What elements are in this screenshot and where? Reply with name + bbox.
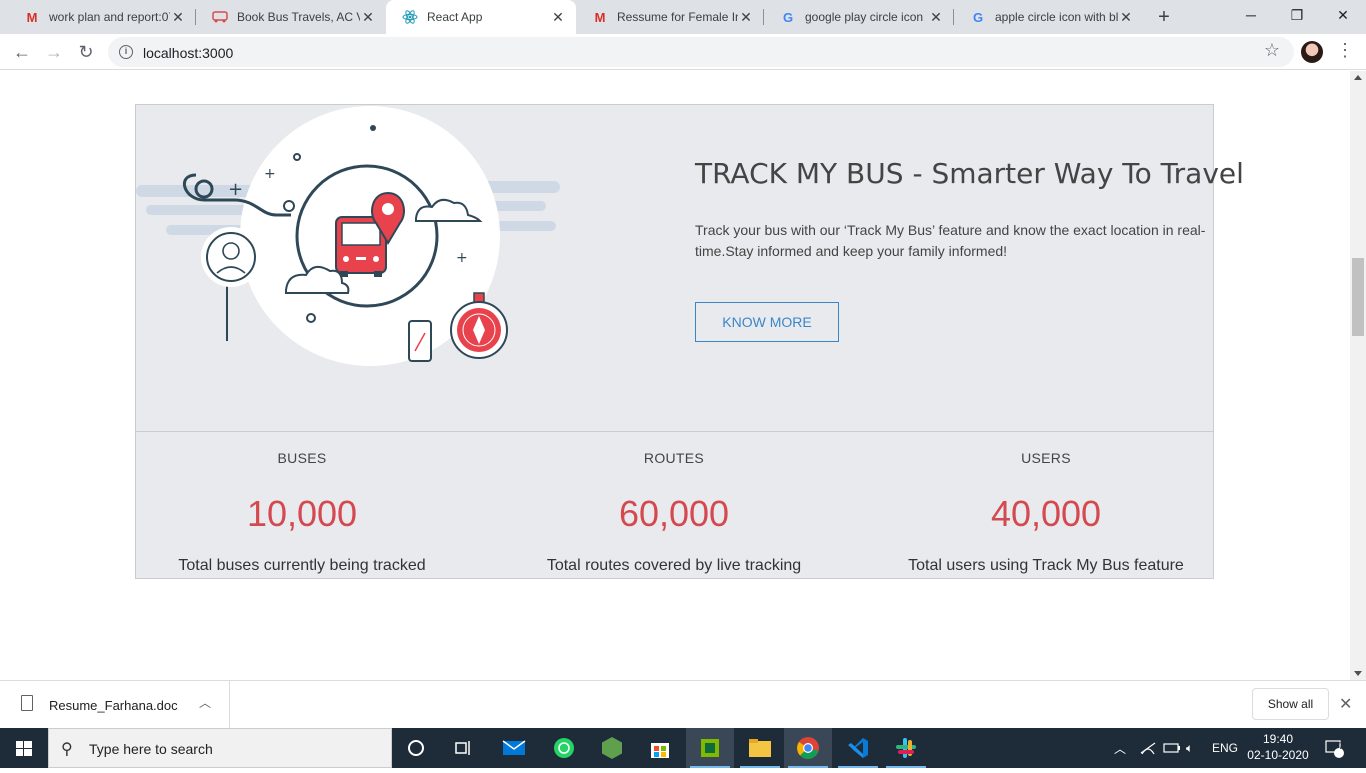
- windows-taskbar: ⚲ Type here to search ︿ 🔈︎ ENG 19:40 02-…: [0, 728, 1366, 768]
- taskbar-clock[interactable]: 19:40 02-10-2020: [1242, 731, 1314, 763]
- language-indicator[interactable]: ENG: [1212, 728, 1238, 768]
- slack-icon[interactable]: [882, 728, 930, 768]
- url-text[interactable]: localhost:3000: [143, 45, 233, 61]
- forward-button[interactable]: →: [40, 38, 68, 66]
- reader-app-icon[interactable]: [686, 728, 734, 768]
- stat-caption: Total buses currently being tracked: [178, 557, 426, 574]
- search-placeholder[interactable]: Type here to search: [89, 741, 213, 757]
- stat-users: USERS 40,000 Total users using Track My …: [866, 431, 1226, 579]
- tab-title: Book Bus Travels, AC Vo: [237, 10, 360, 24]
- reload-button[interactable]: ↻: [72, 38, 100, 66]
- document-icon: [21, 695, 33, 711]
- nodejs-icon[interactable]: [588, 728, 636, 768]
- bus-tracking-illustration: + + +: [136, 106, 560, 366]
- address-bar[interactable]: i localhost:3000 ☆: [108, 37, 1294, 67]
- browser-tab[interactable]: G apple circle icon with bl ✕: [954, 0, 1144, 34]
- stat-caption: Total routes covered by live tracking: [546, 557, 802, 574]
- show-all-button[interactable]: Show all: [1252, 688, 1329, 720]
- task-view-icon[interactable]: [440, 728, 488, 768]
- download-shelf: Resume_Farhana.doc ︿ Show all ✕: [0, 680, 1366, 729]
- notification-count: 7: [1338, 741, 1344, 751]
- volume-icon[interactable]: 🔈︎: [1186, 728, 1193, 768]
- close-icon[interactable]: ✕: [550, 9, 566, 25]
- cortana-icon[interactable]: [392, 728, 440, 768]
- browser-toolbar: ← → ↻ i localhost:3000 ☆: [0, 34, 1366, 70]
- minimize-button[interactable]: ─: [1228, 0, 1274, 30]
- taskbar-search[interactable]: ⚲ Type here to search: [48, 728, 392, 768]
- tab-title: work plan and report:07: [49, 10, 170, 24]
- stat-buses: BUSES 10,000 Total buses currently being…: [122, 431, 482, 579]
- bookmark-star-icon[interactable]: ☆: [1264, 40, 1280, 61]
- file-explorer-icon[interactable]: [736, 728, 784, 768]
- svg-text:+: +: [264, 166, 276, 182]
- scrollbar-thumb[interactable]: [1352, 258, 1364, 336]
- scroll-up-icon[interactable]: [1354, 75, 1362, 80]
- download-file-name[interactable]: Resume_Farhana.doc: [49, 698, 178, 713]
- start-button[interactable]: [0, 728, 48, 768]
- track-my-bus-section: + + + TRACK MY BUS - Smarter Way To Trav…: [135, 104, 1244, 579]
- back-button[interactable]: ←: [8, 38, 36, 66]
- stat-label: BUSES: [277, 450, 327, 466]
- stat-value: 10,000: [246, 493, 358, 534]
- google-icon: G: [972, 9, 984, 25]
- chevron-up-icon[interactable]: ︿: [199, 694, 211, 711]
- browser-tab-active[interactable]: React App ✕: [386, 0, 576, 34]
- search-icon: ⚲: [61, 741, 73, 758]
- download-item[interactable]: Resume_Farhana.doc ︿: [0, 681, 230, 729]
- react-icon: [402, 9, 418, 25]
- browser-tab[interactable]: M work plan and report:07 ✕: [8, 0, 196, 34]
- clock-time: 19:40: [1262, 732, 1294, 746]
- show-hidden-icons[interactable]: ︿: [1114, 728, 1126, 768]
- browser-tab[interactable]: Book Bus Travels, AC Vo ✕: [196, 0, 386, 34]
- stat-caption: Total users using Track My Bus feature: [908, 557, 1184, 574]
- tab-title: google play circle icon: [805, 10, 924, 24]
- svg-text:+: +: [228, 179, 243, 200]
- clock-date: 02-10-2020: [1247, 748, 1309, 762]
- store-icon[interactable]: [636, 728, 684, 768]
- browser-tab[interactable]: G google play circle icon ✕: [764, 0, 954, 34]
- page-viewport: + + + TRACK MY BUS - Smarter Way To Trav…: [0, 71, 1350, 680]
- menu-icon[interactable]: ⋮: [1336, 40, 1354, 61]
- close-window-button[interactable]: ✕: [1320, 0, 1366, 30]
- new-tab-button[interactable]: +: [1152, 6, 1176, 28]
- hero-description: Track your bus with our ‘Track My Bus’ f…: [695, 222, 1206, 259]
- stat-routes: ROUTES 60,000 Total routes covered by li…: [494, 431, 854, 579]
- gmail-icon: M: [26, 9, 38, 25]
- close-icon[interactable]: ✕: [928, 9, 944, 25]
- stat-value: 40,000: [990, 493, 1102, 534]
- battery-icon[interactable]: [1163, 728, 1181, 768]
- stat-label: ROUTES: [643, 450, 705, 466]
- tab-title: apple circle icon with bl: [995, 10, 1118, 24]
- google-icon: G: [782, 9, 794, 25]
- stat-value: 60,000: [618, 493, 730, 534]
- close-icon[interactable]: ✕: [360, 9, 376, 25]
- tab-strip: M work plan and report:07 ✕ Book Bus Tra…: [0, 0, 1366, 34]
- gmail-icon: M: [594, 9, 606, 25]
- windows-icon: [16, 741, 32, 756]
- vscode-icon[interactable]: [834, 728, 882, 768]
- tab-title: Ressume for Female Int: [617, 10, 738, 24]
- notification-center[interactable]: 7: [1323, 728, 1345, 768]
- close-icon[interactable]: ✕: [1339, 694, 1352, 714]
- whatsapp-icon[interactable]: [540, 728, 588, 768]
- mail-icon[interactable]: [490, 728, 538, 768]
- svg-text:+: +: [456, 250, 468, 266]
- browser-tab[interactable]: M Ressume for Female Int ✕: [576, 0, 764, 34]
- info-icon[interactable]: i: [119, 45, 133, 59]
- bus-icon: [212, 9, 228, 25]
- close-icon[interactable]: ✕: [738, 9, 754, 25]
- know-more-button[interactable]: KNOW MORE: [695, 302, 839, 342]
- network-icon[interactable]: [1140, 728, 1156, 768]
- scroll-down-icon[interactable]: [1354, 671, 1362, 676]
- close-icon[interactable]: ✕: [1118, 9, 1134, 25]
- close-icon[interactable]: ✕: [170, 9, 186, 25]
- hero-title: TRACK MY BUS - Smarter Way To Travel: [695, 157, 1244, 190]
- profile-avatar[interactable]: [1301, 41, 1323, 63]
- chrome-icon[interactable]: [784, 728, 832, 768]
- stat-label: USERS: [1021, 450, 1071, 466]
- restore-button[interactable]: ❐: [1274, 0, 1320, 30]
- tab-title: React App: [427, 10, 483, 24]
- page-scrollbar[interactable]: [1350, 71, 1366, 680]
